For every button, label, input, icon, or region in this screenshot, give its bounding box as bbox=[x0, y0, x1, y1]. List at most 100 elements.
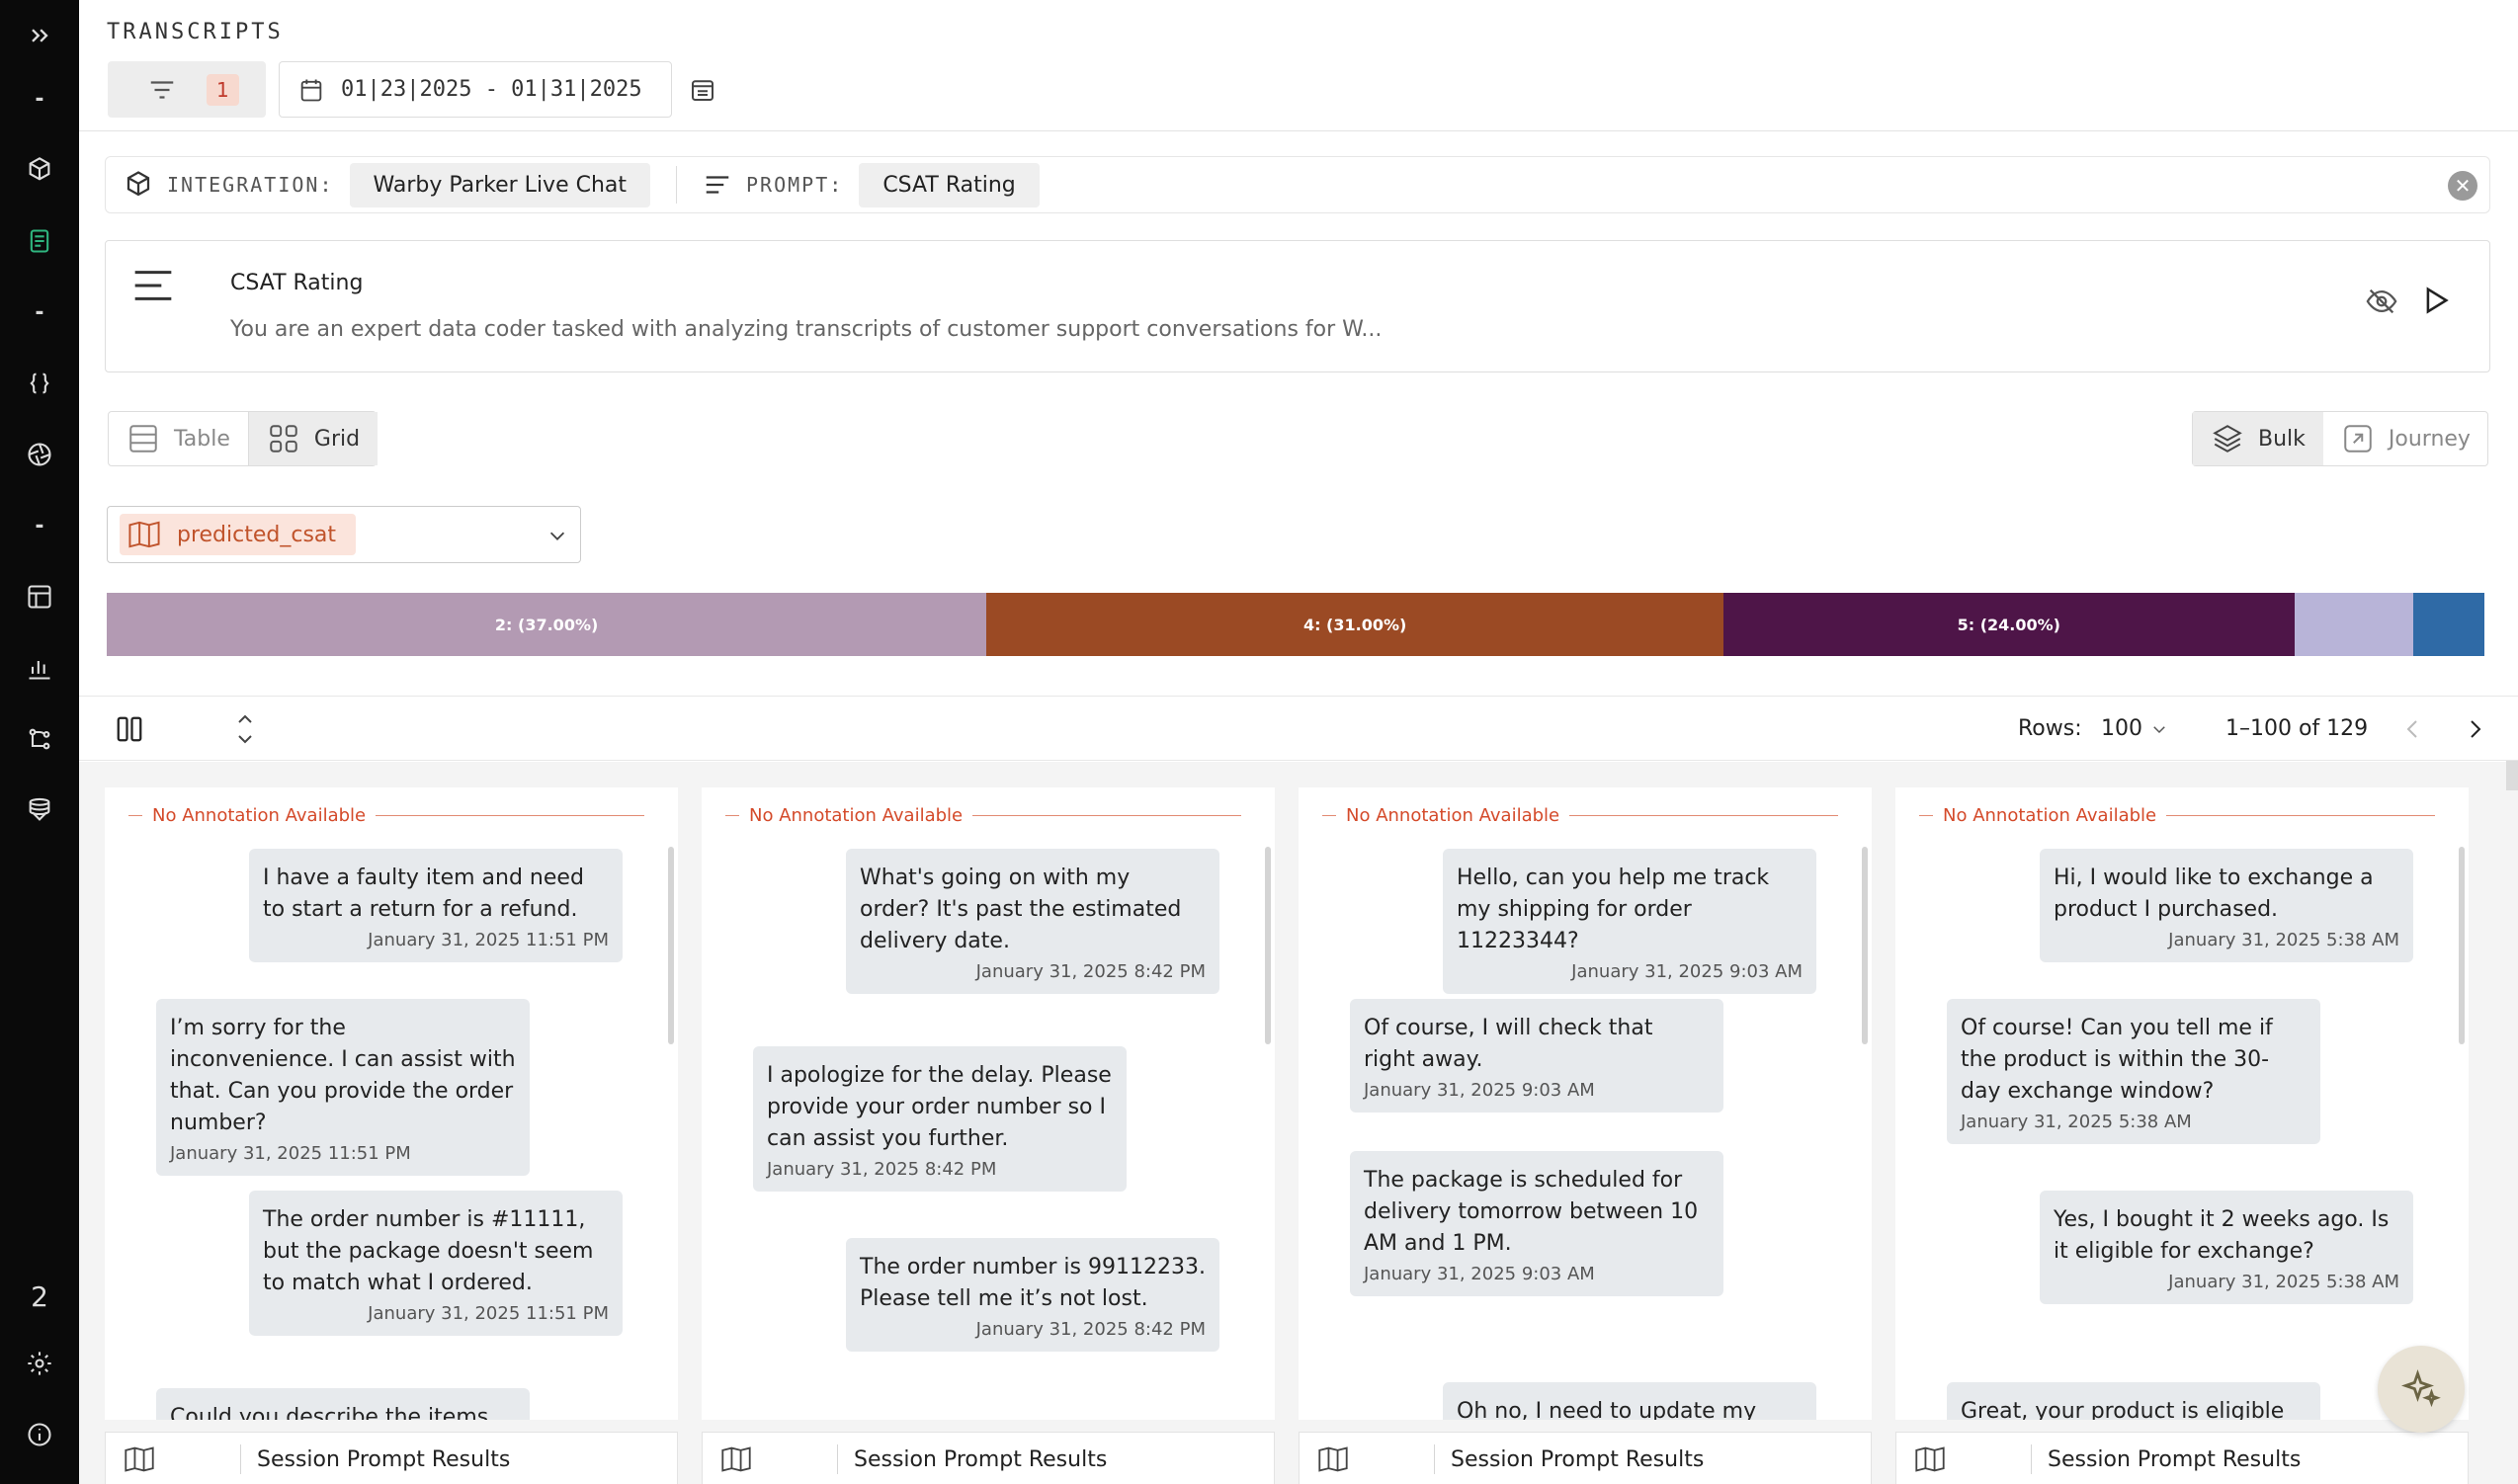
customer-message: Hello, can you help me track my shipping… bbox=[1443, 849, 1816, 994]
message-text: Hello, can you help me track my shipping… bbox=[1457, 866, 1770, 953]
card-scrollbar[interactable] bbox=[1265, 847, 1271, 1044]
separator bbox=[1434, 1444, 1435, 1474]
page-scrollbar[interactable] bbox=[2506, 761, 2518, 790]
map-icon bbox=[721, 1446, 751, 1472]
message-text: Hi, I would like to exchange a product I… bbox=[2054, 866, 2374, 922]
prompt-label: PROMPT: bbox=[746, 173, 844, 197]
page-title: TRANSCRIPTS bbox=[107, 20, 284, 44]
filter-button[interactable]: 1 bbox=[108, 61, 266, 118]
distribution-bar: 2: (37.00%) 4: (31.00%) 5: (24.00%) bbox=[107, 593, 2484, 656]
session-prompt-results-bar[interactable]: Session Prompt Results bbox=[702, 1432, 1275, 1484]
sidebar: - - - 2 bbox=[0, 0, 79, 1484]
pagination-range: 1–100 of 129 bbox=[2225, 716, 2369, 741]
date-range-picker[interactable]: 01|23|2025 - 01|31|2025 bbox=[279, 61, 672, 118]
braces-icon[interactable] bbox=[0, 364, 79, 403]
grid-view-label: Grid bbox=[313, 426, 361, 452]
map-icon bbox=[125, 1446, 154, 1472]
prompt-title: CSAT Rating bbox=[230, 271, 364, 295]
distribution-segment[interactable]: 5: (24.00%) bbox=[1723, 593, 2295, 656]
annotation-line bbox=[1322, 815, 1336, 816]
prompt-card: CSAT Rating You are an expert data coder… bbox=[105, 240, 2490, 372]
card-scrollbar[interactable] bbox=[2459, 847, 2465, 1044]
annotation-text: No Annotation Available bbox=[152, 805, 367, 826]
distribution-segment[interactable] bbox=[2294, 593, 2413, 656]
columns-icon[interactable] bbox=[115, 714, 144, 744]
sidebar-separator: - bbox=[35, 513, 44, 538]
transcripts-icon[interactable] bbox=[0, 221, 79, 261]
message-timestamp: January 31, 2025 5:38 AM bbox=[2168, 930, 2399, 950]
eye-off-icon[interactable] bbox=[2365, 285, 2398, 318]
gear-icon[interactable] bbox=[0, 1344, 79, 1383]
separator bbox=[837, 1444, 838, 1474]
agent-message: Could you describe the items you bbox=[156, 1388, 530, 1420]
sort-icon[interactable] bbox=[233, 710, 257, 748]
view-toggle: Table Grid bbox=[108, 411, 378, 466]
message-text: The order number is #11111, but the pack… bbox=[263, 1207, 594, 1295]
aperture-icon[interactable] bbox=[0, 435, 79, 474]
message-timestamp: January 31, 2025 9:03 AM bbox=[1364, 1264, 1595, 1284]
header-divider bbox=[79, 130, 2518, 131]
database-icon[interactable] bbox=[0, 790, 79, 830]
ai-assistant-button[interactable] bbox=[2378, 1346, 2465, 1433]
clear-filters-button[interactable]: ✕ bbox=[2448, 171, 2477, 201]
grid-view-button[interactable]: Grid bbox=[247, 412, 378, 465]
prompt-chip[interactable]: CSAT Rating bbox=[859, 162, 1040, 207]
filter-count-badge: 1 bbox=[207, 73, 239, 106]
agent-message: I apologize for the delay. Please provid… bbox=[753, 1046, 1127, 1192]
separator bbox=[676, 166, 678, 204]
message-text: I apologize for the delay. Please provid… bbox=[767, 1063, 1112, 1151]
bulk-mode-button[interactable]: Bulk bbox=[2193, 412, 2323, 465]
info-icon[interactable] bbox=[0, 1415, 79, 1454]
flow-icon[interactable] bbox=[0, 719, 79, 759]
message-timestamp: January 31, 2025 9:03 AM bbox=[1571, 961, 1803, 982]
session-prompt-results-bar[interactable]: Session Prompt Results bbox=[105, 1432, 678, 1484]
transcript-grid: No Annotation Available I have a faulty i… bbox=[79, 762, 2518, 1484]
message-text: The order number is 99112233. Please tel… bbox=[860, 1255, 1206, 1311]
sidebar-counter: 2 bbox=[31, 1279, 48, 1313]
message-timestamp: January 31, 2025 5:38 AM bbox=[1961, 1112, 2192, 1132]
message-timestamp: January 31, 2025 11:51 PM bbox=[368, 1303, 609, 1324]
annotation-text: No Annotation Available bbox=[749, 805, 964, 826]
card-scrollbar[interactable] bbox=[668, 847, 674, 1044]
message-text: I’m sorry for the inconvenience. I can a… bbox=[170, 1016, 516, 1135]
chevron-left-icon[interactable] bbox=[2401, 716, 2425, 742]
map-icon bbox=[128, 521, 160, 548]
integration-label: INTEGRATION: bbox=[167, 173, 334, 197]
message-text: Could you describe the items you bbox=[170, 1405, 489, 1420]
annotation-status: No Annotation Available bbox=[128, 805, 644, 826]
distribution-segment[interactable]: 4: (31.00%) bbox=[986, 593, 1724, 656]
session-prompt-results-bar[interactable]: Session Prompt Results bbox=[1299, 1432, 1872, 1484]
bar-chart-icon[interactable] bbox=[0, 648, 79, 688]
chevron-right-icon[interactable] bbox=[2463, 716, 2486, 742]
rows-per-page-select[interactable]: 100 bbox=[2101, 716, 2168, 741]
distribution-segment[interactable]: 2: (37.00%) bbox=[107, 593, 987, 656]
layout-icon[interactable] bbox=[0, 577, 79, 617]
expand-icon[interactable] bbox=[0, 16, 79, 55]
annotation-status: No Annotation Available bbox=[725, 805, 1241, 826]
message-timestamp: January 31, 2025 8:42 PM bbox=[975, 961, 1206, 982]
integration-chip[interactable]: Warby Parker Live Chat bbox=[349, 162, 651, 207]
sparkle-icon bbox=[2400, 1368, 2441, 1408]
session-prompt-results-bar[interactable]: Session Prompt Results bbox=[1895, 1432, 2469, 1484]
message-timestamp: January 31, 2025 9:03 AM bbox=[1364, 1080, 1595, 1101]
menu-lines-icon bbox=[134, 271, 172, 300]
session-prompt-results-label: Session Prompt Results bbox=[2048, 1446, 2302, 1472]
calendar-list-icon[interactable] bbox=[688, 75, 717, 105]
cube-icon[interactable] bbox=[0, 150, 79, 190]
customer-message: Oh no, I need to update my shipping addr… bbox=[1443, 1382, 1816, 1420]
agent-message: I’m sorry for the inconvenience. I can a… bbox=[156, 999, 530, 1176]
distribution-segment[interactable] bbox=[2412, 593, 2484, 656]
session-prompt-results-label: Session Prompt Results bbox=[1451, 1446, 1705, 1472]
journey-mode-button[interactable]: Journey bbox=[2323, 412, 2488, 465]
table-view-button[interactable]: Table bbox=[109, 412, 248, 465]
message-timestamp: January 31, 2025 11:51 PM bbox=[368, 930, 609, 950]
date-range-text: 01|23|2025 - 01|31|2025 bbox=[341, 77, 642, 102]
play-icon[interactable] bbox=[2418, 283, 2452, 318]
agent-message: Of course, I will check that right away.… bbox=[1350, 999, 1723, 1113]
annotation-status: No Annotation Available bbox=[1322, 805, 1838, 826]
annotation-line bbox=[972, 815, 1241, 816]
main-content: TRANSCRIPTS 1 01|23|2025 - 01|31|2025 IN… bbox=[79, 0, 2518, 1484]
separator bbox=[2031, 1444, 2032, 1474]
field-select[interactable]: predicted_csat bbox=[107, 506, 581, 563]
card-scrollbar[interactable] bbox=[1862, 847, 1868, 1044]
